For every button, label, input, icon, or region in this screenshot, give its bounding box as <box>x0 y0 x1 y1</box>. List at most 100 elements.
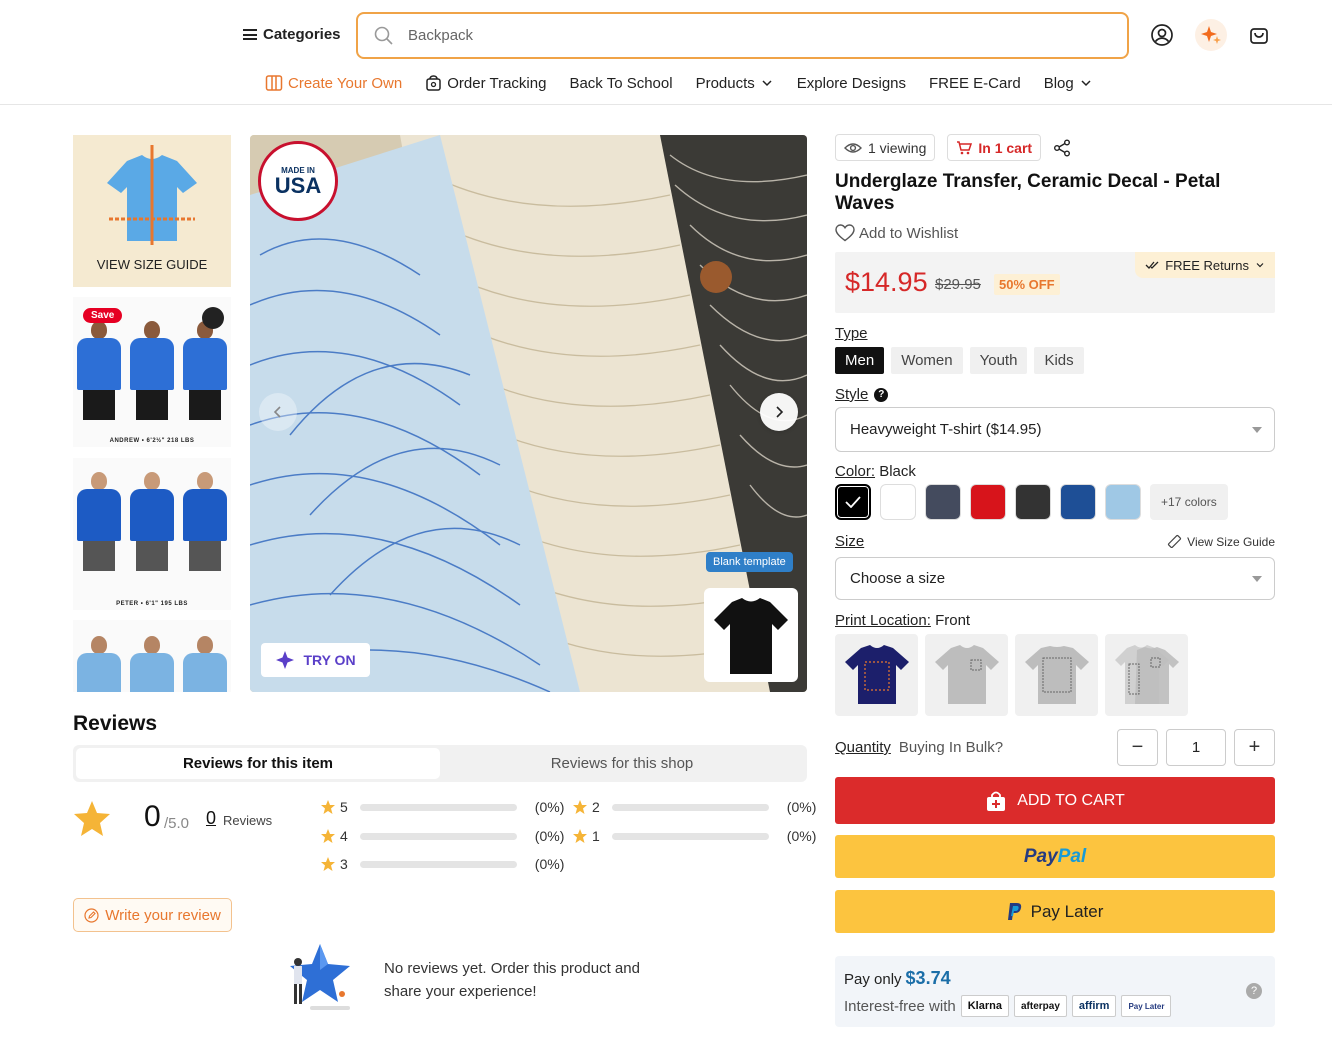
front-print-shirt-icon <box>844 645 909 704</box>
account-icon[interactable] <box>1147 20 1177 50</box>
paypal-button[interactable]: PayPal <box>835 835 1275 878</box>
rating-bar-2: 2 (0%) <box>572 799 816 815</box>
help-icon[interactable]: ? <box>874 387 889 402</box>
sparkle-star-icon <box>276 651 295 669</box>
write-review-button[interactable]: Write your review <box>73 898 232 932</box>
swatch-navy-heather[interactable] <box>925 484 961 520</box>
size-dropdown[interactable]: Choose a size <box>835 557 1275 600</box>
paypal-logo: PayPal <box>1023 845 1087 867</box>
main-product-image[interactable]: MADE IN USA TRY ON Blank template <box>250 135 807 692</box>
print-location-value: Front <box>935 612 971 629</box>
rating-bar-label: 3 <box>340 856 348 872</box>
viewing-count: 1 viewing <box>868 139 927 156</box>
affirm-logo[interactable]: affirm <box>1071 995 1117 1017</box>
try-on-button[interactable]: TRY ON <box>261 643 370 677</box>
nav-back-to-school[interactable]: Back To School <box>569 75 672 92</box>
nav-label: FREE E-Card <box>929 74 1021 92</box>
star-icon <box>573 829 587 843</box>
add-to-cart-button[interactable]: ADD TO CART <box>835 777 1275 824</box>
print-location-back[interactable] <box>1015 634 1098 716</box>
categories-menu[interactable]: Categories <box>243 26 341 43</box>
next-image-button[interactable] <box>760 393 798 431</box>
nav-create-your-own[interactable]: Create Your Own <box>265 74 402 92</box>
size-guide-thumbnail[interactable]: VIEW SIZE GUIDE <box>73 135 231 287</box>
write-review-label: Write your review <box>105 906 221 924</box>
print-location-front[interactable] <box>835 634 918 716</box>
chevron-right-icon <box>776 406 784 418</box>
rating-bar-track <box>611 803 769 811</box>
interest-free-label: Interest-free with <box>844 997 956 1015</box>
buying-in-bulk-link[interactable]: Buying In Bulk? <box>899 739 1003 756</box>
wishlist-label: Add to Wishlist <box>859 224 959 242</box>
cart-icon[interactable] <box>1244 20 1274 50</box>
paypal-pay-later-logo[interactable]: Pay Later <box>1121 995 1172 1017</box>
nav-explore-designs[interactable]: Explore Designs <box>797 75 906 92</box>
swatch-charcoal[interactable] <box>1015 484 1051 520</box>
nav-free-ecard[interactable]: FREE E-Card <box>929 75 1021 92</box>
add-to-wishlist-button[interactable]: Add to Wishlist <box>835 224 1275 242</box>
tab-reviews-item[interactable]: Reviews for this item <box>76 748 440 779</box>
tab-reviews-shop[interactable]: Reviews for this shop <box>440 748 804 779</box>
nav-products[interactable]: Products <box>696 75 774 92</box>
size-label: Size <box>835 533 865 550</box>
nav-blog[interactable]: Blog <box>1044 75 1093 92</box>
rating-bar-label: 4 <box>340 828 348 844</box>
paypal-p-icon <box>1007 903 1021 920</box>
search-input[interactable] <box>408 27 1088 44</box>
dropdown-caret-icon <box>1252 426 1262 433</box>
swatch-royal-blue[interactable] <box>1060 484 1096 520</box>
increase-quantity-button[interactable]: + <box>1234 729 1275 766</box>
pay-later-button[interactable]: Pay Later <box>835 890 1275 933</box>
size-guide-label: VIEW SIZE GUIDE <box>96 257 208 272</box>
color-label: Color: Black <box>835 463 916 480</box>
nav-order-tracking[interactable]: Order Tracking <box>425 75 546 92</box>
share-icon[interactable] <box>1053 139 1071 157</box>
shopping-bag-plus-icon <box>987 791 1006 811</box>
model-photo <box>73 472 231 571</box>
tshirt-measure-icon <box>107 145 197 245</box>
type-option-kids[interactable]: Kids <box>1034 347 1084 374</box>
afterpay-logo[interactable]: afterpay <box>1013 995 1067 1017</box>
design-icon <box>265 75 283 91</box>
prev-image-button[interactable] <box>259 393 297 431</box>
print-location-front-and-back[interactable] <box>1105 634 1188 716</box>
nav-label: Products <box>695 74 755 92</box>
style-dropdown[interactable]: Heavyweight T-shirt ($14.95) <box>835 407 1275 452</box>
quantity-input[interactable] <box>1166 729 1226 766</box>
search-box[interactable] <box>356 12 1129 59</box>
blank-template-button[interactable] <box>704 588 798 682</box>
swatch-light-blue[interactable] <box>1105 484 1141 520</box>
swatch-white[interactable] <box>880 484 916 520</box>
decrease-quantity-button[interactable]: − <box>1117 729 1158 766</box>
checkmark-icon <box>845 496 861 508</box>
help-icon[interactable]: ? <box>1246 983 1262 999</box>
model-thumbnail-2[interactable]: PETER • 6'1" 195 LBS <box>73 458 231 610</box>
product-info-panel: 1 viewing In 1 cart Underglaze Transfer,… <box>835 134 1275 1027</box>
print-location-pocket[interactable] <box>925 634 1008 716</box>
in-cart-count: In 1 cart <box>978 139 1033 156</box>
model-thumbnail-3[interactable] <box>73 620 231 692</box>
no-reviews-message: No reviews yet. Order this product and s… <box>384 960 640 1000</box>
type-option-youth[interactable]: Youth <box>969 347 1028 374</box>
chevron-down-icon <box>1256 263 1264 268</box>
model-thumbnail-1[interactable]: Save ANDREW • 6'2½" 218 LBS <box>73 297 231 447</box>
swatch-red[interactable] <box>970 484 1006 520</box>
free-returns-badge[interactable]: FREE Returns <box>1135 252 1275 278</box>
style-value: Heavyweight T-shirt ($14.95) <box>850 421 1042 438</box>
type-option-women[interactable]: Women <box>891 347 963 374</box>
type-option-men[interactable]: Men <box>835 347 885 374</box>
review-count[interactable]: 0 <box>206 808 216 829</box>
klarna-logo[interactable]: Klarna <box>960 995 1009 1017</box>
swatch-black[interactable] <box>835 484 871 520</box>
more-colors-button[interactable]: +17 colors <box>1150 484 1228 520</box>
visual-search-icon[interactable] <box>202 307 224 329</box>
double-check-icon <box>1145 261 1159 269</box>
ai-sparkle-icon[interactable] <box>1195 19 1227 51</box>
pinterest-save-button[interactable]: Save <box>83 308 123 323</box>
eye-icon <box>844 142 862 153</box>
rating-bar-track <box>359 832 517 840</box>
chevron-left-icon <box>273 406 281 418</box>
dropdown-caret-icon <box>1252 575 1262 582</box>
view-size-guide-link[interactable]: View Size Guide <box>1167 534 1275 549</box>
black-tshirt-icon <box>714 598 788 674</box>
